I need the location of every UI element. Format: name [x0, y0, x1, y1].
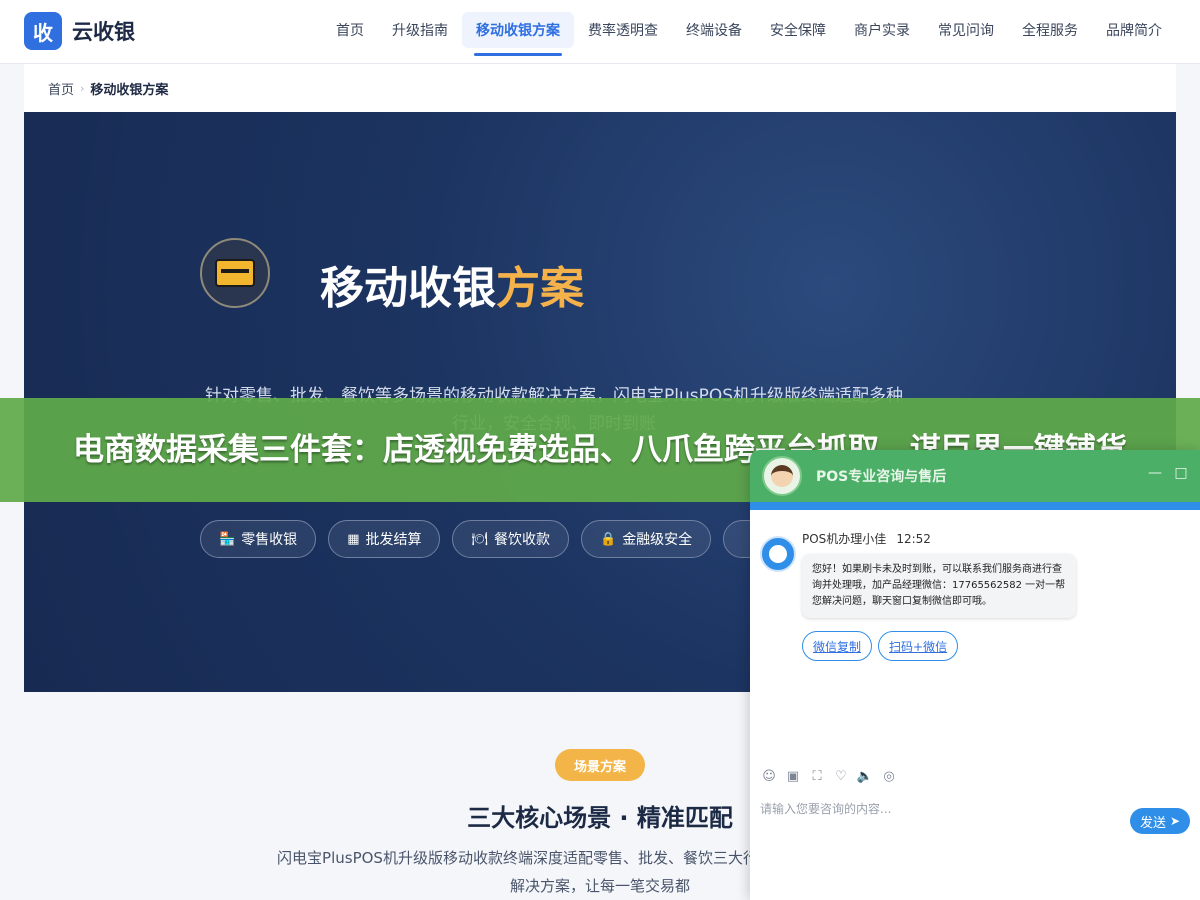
chat-widget: POS专业咨询与售后 — □ POS机办理小佳 12:52 您好！如果刷卡未及时到… — [750, 450, 1200, 900]
lock-icon: 🔒 — [600, 531, 617, 547]
chip-label: 餐饮收款 — [494, 532, 550, 548]
nav-item-merchant-cases[interactable]: 商户实录 — [840, 12, 924, 48]
minimize-icon[interactable]: — — [1146, 464, 1164, 482]
send-label: 发送 — [1139, 815, 1166, 831]
grid-icon: ▦ — [347, 531, 360, 547]
hero-chips: 🏪 零售收银 ▦ 批发结算 🍽 餐饮收款 🔒 金融级安全 — [200, 520, 779, 558]
hero-icon-circle — [200, 238, 270, 308]
chat-header: POS专业咨询与售后 — □ — [750, 450, 1200, 502]
breadcrumb-home-link[interactable]: 首页 — [48, 79, 74, 98]
dining-icon: 🍽 — [471, 531, 488, 547]
screenshot-icon[interactable]: ⛶ — [808, 768, 826, 786]
avatar-face-icon — [771, 465, 793, 487]
chat-header-stripe — [750, 502, 1200, 510]
nav-item-mobile-cashier[interactable]: 移动收银方案 — [462, 12, 574, 56]
image-icon[interactable]: ▣ — [784, 768, 802, 786]
nav-item-security[interactable]: 安全保障 — [756, 12, 840, 48]
scan-wechat-button[interactable]: 扫码+微信 — [878, 631, 959, 661]
nav-item-brand[interactable]: 品牌简介 — [1092, 12, 1176, 48]
rate-icon[interactable]: ♡ — [832, 768, 850, 786]
agent-avatar — [760, 536, 796, 572]
copy-wechat-button[interactable]: 微信复制 — [802, 631, 873, 661]
chat-toolbar: ☺ ▣ ⛶ ♡ 🔈 ◎ — [760, 768, 904, 786]
quick-replies: 微信复制 扫码+微信 — [802, 631, 964, 661]
top-navigation-bar: 收 云收银 首页 升级指南 移动收银方案 费率透明查 终端设备 安全保障 商户实… — [0, 0, 1200, 64]
maximize-icon[interactable]: □ — [1172, 464, 1190, 482]
nav-item-faq[interactable]: 常见问询 — [924, 12, 1008, 48]
nav-item-service[interactable]: 全程服务 — [1008, 12, 1092, 48]
wechat-icon[interactable]: ◎ — [880, 768, 898, 786]
logo-mark-icon: 收 — [24, 12, 62, 50]
agent-name: POS机办理小佳 — [802, 532, 887, 546]
chip-label: 批发结算 — [365, 532, 422, 548]
chip-wholesale[interactable]: ▦ 批发结算 — [328, 520, 441, 558]
logo-text: 云收银 — [72, 20, 135, 44]
section-tag: 场景方案 — [555, 749, 645, 781]
chat-input[interactable]: 请输入您要咨询的内容... — [760, 800, 891, 817]
store-icon: 🏪 — [219, 531, 236, 547]
chat-window-controls: — □ — [1138, 464, 1190, 482]
emoji-icon[interactable]: ☺ — [760, 768, 778, 786]
chip-security[interactable]: 🔒 金融级安全 — [581, 520, 712, 558]
chip-label: 零售收银 — [241, 532, 298, 548]
nav-item-home[interactable]: 首页 — [322, 12, 378, 48]
chip-retail[interactable]: 🏪 零售收银 — [200, 520, 317, 558]
site-logo[interactable]: 收 云收银 — [24, 12, 135, 50]
nav-item-rate-check[interactable]: 费率透明查 — [574, 12, 672, 48]
main-nav: 首页 升级指南 移动收银方案 费率透明查 终端设备 安全保障 商户实录 常见问询… — [322, 12, 1176, 56]
send-arrow-icon: ➤ — [1169, 814, 1181, 828]
support-avatar — [762, 456, 802, 496]
credit-card-icon — [215, 259, 255, 287]
breadcrumb-separator-icon: › — [80, 81, 85, 95]
agent-face-icon — [769, 545, 787, 563]
nav-item-upgrade-guide[interactable]: 升级指南 — [378, 12, 462, 48]
chip-dining[interactable]: 🍽 餐饮收款 — [452, 520, 569, 558]
message-bubble: 您好！如果刷卡未及时到账，可以联系我们服务商进行查询并处理哦，加产品经理微信：1… — [802, 554, 1076, 618]
hero-title-main: 移动收银 — [320, 263, 496, 314]
send-button[interactable]: 发送 ➤ — [1130, 808, 1190, 834]
hero-title-accent: 方案 — [496, 263, 584, 314]
hero-title: 移动收银方案 — [320, 252, 584, 316]
message-time: 12:52 — [896, 532, 931, 546]
message-meta: POS机办理小佳 12:52 — [802, 530, 931, 547]
chip-label: 金融级安全 — [622, 532, 693, 548]
chat-title: POS专业咨询与售后 — [816, 469, 947, 485]
nav-item-terminals[interactable]: 终端设备 — [672, 12, 756, 48]
breadcrumb: 首页 › 移动收银方案 — [24, 64, 1176, 112]
sound-icon[interactable]: 🔈 — [856, 768, 874, 786]
breadcrumb-current: 移动收银方案 — [90, 82, 169, 98]
